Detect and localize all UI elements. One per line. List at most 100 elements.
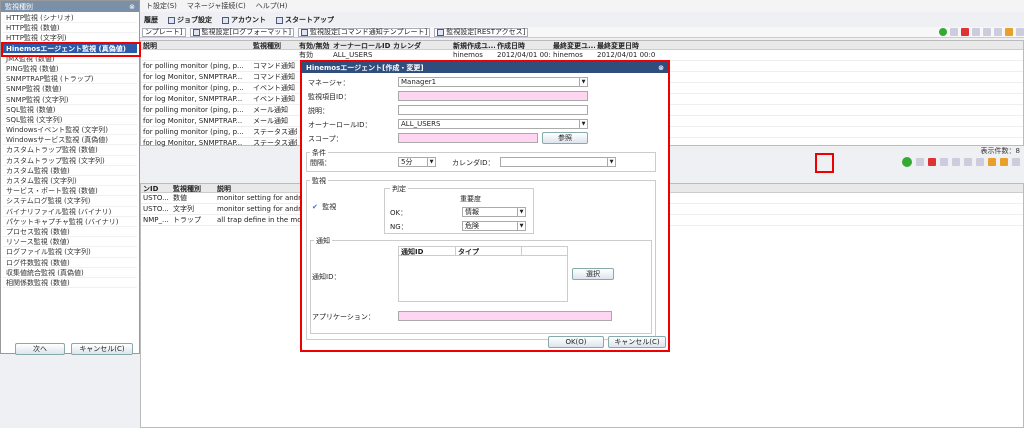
monitor-type-picker: 監視種別 ⊗ HTTP監視 (シナリオ) HTTP監視 (数値) HTTP監視 (文…: [0, 0, 141, 355]
minimize-icon[interactable]: [1016, 28, 1024, 36]
delete-icon[interactable]: [961, 28, 969, 36]
link-icon[interactable]: [1000, 157, 1008, 166]
monitor-type-item[interactable]: PING監視 (数値): [3, 64, 137, 75]
tab-startup[interactable]: スタートアップ: [276, 15, 334, 25]
column-header[interactable]: 有効/無効: [297, 41, 331, 49]
table-cell: for polling monitor (ping, p...: [143, 62, 244, 70]
close-icon[interactable]: ⊗: [129, 3, 135, 11]
column-header[interactable]: 説明: [141, 41, 251, 49]
cancel-button[interactable]: キャンセル(C): [71, 343, 133, 355]
chevron-down-icon: ▼: [607, 158, 615, 166]
notification-list[interactable]: 通知ID タイプ: [398, 246, 568, 302]
next-button[interactable]: 次へ: [15, 343, 65, 355]
menu-item-help[interactable]: ヘルプ(H): [256, 1, 288, 11]
monitor-type-item[interactable]: ログファイル監視 (文字列): [3, 247, 137, 258]
table-cell: for log Monitor, SNMPTRAP...: [143, 73, 243, 81]
add-monitor-icon[interactable]: [902, 156, 912, 167]
add-icon[interactable]: [939, 28, 947, 36]
ok-button[interactable]: OK(O): [548, 336, 604, 348]
monitor-type-item[interactable]: SNMP監視 (数値): [3, 84, 137, 95]
ng-importance-select[interactable]: 危険 ▼: [462, 221, 526, 231]
monitor-type-item[interactable]: Windowsイベント監視 (文字列): [3, 125, 137, 136]
refresh-icon[interactable]: [988, 157, 996, 166]
reference-button[interactable]: 参照: [542, 132, 588, 144]
disable-icon[interactable]: [964, 157, 972, 166]
table-cell: メール通知: [253, 117, 288, 125]
owner-role-select[interactable]: ALL_USERS ▼: [398, 119, 588, 129]
column-header[interactable]: ンID: [141, 184, 171, 192]
edit-icon[interactable]: [916, 157, 924, 166]
monitor-checkbox[interactable]: ✔ 監視: [312, 202, 336, 212]
refresh-icon[interactable]: [1005, 28, 1013, 36]
monitor-type-item[interactable]: サービス・ポート監視 (数値): [3, 186, 137, 197]
column-header[interactable]: 最終変更日時: [595, 41, 655, 49]
enable-icon[interactable]: [983, 28, 991, 36]
monitor-type-item[interactable]: SNMP監視 (文字列): [3, 95, 137, 105]
monitor-type-item[interactable]: パケットキャプチャ監視 (バイナリ): [3, 217, 137, 227]
application-input[interactable]: [398, 311, 612, 321]
monitor-type-item[interactable]: ログ件数監視 (数値): [3, 258, 137, 268]
monitor-type-item[interactable]: 相関係数監視 (数値): [3, 278, 137, 289]
monitor-type-item[interactable]: HTTP監視 (数値): [3, 23, 137, 34]
monitor-type-item[interactable]: 収集値統合監視 (真偽値): [3, 268, 137, 278]
manager-select[interactable]: Manager1 ▼: [398, 77, 588, 87]
monitor-type-item[interactable]: SQL監視 (数値): [3, 105, 137, 115]
monitor-type-item[interactable]: バイナリファイル監視 (バイナリ): [3, 207, 137, 217]
close-icon[interactable]: ⊗: [658, 64, 664, 72]
interval-select[interactable]: 5分 ▼: [398, 157, 436, 167]
minimize-icon[interactable]: [1012, 157, 1020, 166]
column-header[interactable]: オーナーロールID: [331, 41, 391, 49]
copy-icon[interactable]: [972, 28, 980, 36]
column-header[interactable]: 監視種別: [171, 184, 215, 192]
delete-icon[interactable]: [928, 157, 936, 166]
enable-icon[interactable]: [952, 157, 960, 166]
monitor-type-item[interactable]: SQL監視 (文字列): [3, 115, 137, 126]
copy-icon[interactable]: [940, 157, 948, 166]
disable-icon[interactable]: [994, 28, 1002, 36]
table-cell: for log Monitor, SNMPTRAP...: [143, 139, 243, 147]
tab-job-settings[interactable]: ジョブ設定: [168, 15, 212, 25]
description-input[interactable]: [398, 105, 588, 115]
table-cell: NMP_...: [143, 216, 169, 224]
monitor-type-item[interactable]: システムログ監視 (文字列): [3, 196, 137, 207]
view-tab-template[interactable]: ンプレート]: [142, 27, 186, 37]
monitor-id-input[interactable]: [398, 91, 588, 101]
add-button-highlight: [815, 153, 834, 173]
view-tab-log-format[interactable]: 監視設定[ログフォーマット]: [189, 27, 294, 37]
monitor-type-item[interactable]: カスタム監視 (数値): [3, 166, 137, 176]
column-header[interactable]: カレンダ: [391, 41, 451, 49]
monitor-type-item[interactable]: プロセス監視 (数値): [3, 227, 137, 238]
select-notification-button[interactable]: 選択: [572, 268, 614, 280]
monitor-type-item[interactable]: リソース監視 (数値): [3, 237, 137, 248]
dialog-cancel-button[interactable]: キャンセル(C): [608, 336, 666, 348]
monitor-type-item[interactable]: HTTP監視 (シナリオ): [3, 13, 137, 24]
scope-input[interactable]: [398, 133, 538, 143]
monitor-type-item[interactable]: カスタムトラップ監視 (文字列): [3, 156, 137, 166]
ok-importance-select[interactable]: 情報 ▼: [462, 207, 526, 217]
chevron-down-icon: ▼: [427, 158, 435, 166]
menu-item-settings[interactable]: ト設定(S): [146, 1, 177, 11]
column-header[interactable]: 作成日時: [495, 41, 551, 49]
picker-titlebar: 監視種別 ⊗: [1, 1, 139, 12]
edit-icon[interactable]: [950, 28, 958, 36]
top-toolbar: [939, 28, 1024, 36]
monitor-type-item[interactable]: カスタム監視 (文字列): [3, 176, 137, 187]
view-tab-rest-access[interactable]: 監視設定[RESTアクセス]: [434, 27, 529, 37]
calendar-select[interactable]: ▼: [500, 157, 616, 167]
tab-account[interactable]: アカウント: [222, 15, 266, 25]
menu-item-manager-connect[interactable]: マネージャ接続(C): [187, 1, 246, 11]
view-tab-command-template[interactable]: 監視設定[コマンド通知テンプレート]: [298, 27, 431, 37]
filter-icon[interactable]: [976, 157, 984, 166]
column-header[interactable]: 新規作成ユ...: [451, 41, 495, 49]
grid-icon: [301, 28, 308, 36]
column-header[interactable]: 最終変更ユ...: [551, 41, 595, 49]
grid-icon: [437, 28, 445, 36]
monitor-type-item[interactable]: SNMPTRAP監視 (トラップ): [3, 74, 137, 85]
scope-label: スコープ：: [308, 135, 343, 143]
table-cell: USTO...: [143, 194, 169, 202]
column-header[interactable]: 監視種別: [251, 41, 297, 49]
monitor-type-item[interactable]: カスタムトラップ監視 (数値): [3, 145, 137, 156]
tab-history[interactable]: 履歴: [144, 15, 158, 25]
monitor-type-item[interactable]: Windowsサービス監視 (真偽値): [3, 135, 137, 146]
table-cell: USTO...: [143, 205, 169, 213]
